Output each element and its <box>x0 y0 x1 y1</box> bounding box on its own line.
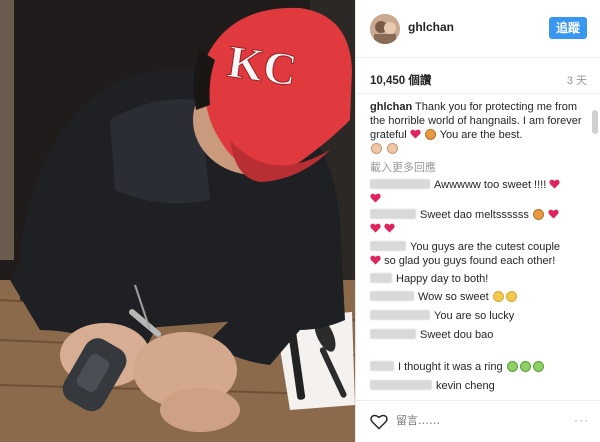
heart-emoji-icon <box>410 129 421 139</box>
avatar-image <box>370 14 400 44</box>
blurred-username[interactable] <box>370 310 430 320</box>
laughing-emoji-icon <box>506 361 518 372</box>
comment: kevin cheng <box>370 379 590 393</box>
post-age[interactable]: 3 天 <box>567 72 587 88</box>
grinning-emoji-icon <box>492 291 504 302</box>
grinning-emoji-icon-2 <box>505 291 517 302</box>
blurred-username[interactable] <box>370 179 430 189</box>
caption-text-2: You are the best. <box>439 129 523 141</box>
caption-username[interactable]: ghlchan <box>370 101 412 113</box>
comment-text: Sweet dou bao <box>420 329 494 341</box>
comment-text: Happy day to both! <box>396 273 489 285</box>
like-count[interactable]: 10,450 個讚 <box>370 72 431 88</box>
heart-emoji-icon <box>370 255 381 265</box>
comment: Sweet dao meltssssss <box>370 208 590 236</box>
comment-text: Wow so sweet <box>418 291 489 303</box>
person-emoji-icon-2 <box>387 143 399 154</box>
comment-scrollbar[interactable] <box>592 110 598 134</box>
comment-input[interactable] <box>396 414 566 427</box>
gift-emoji-icon <box>532 209 544 220</box>
comment: Awwwww too sweet !!!! <box>370 178 590 206</box>
post-meta: 10,450 個讚 3 天 <box>356 58 600 94</box>
photo-illustration: KC <box>0 0 355 442</box>
comment: I thought it was a ring <box>370 360 590 374</box>
blurred-username[interactable] <box>370 241 406 251</box>
post-photo[interactable]: KC <box>0 0 355 442</box>
comment: Sweet dou bao <box>370 328 590 342</box>
heart-emoji-icon <box>549 179 560 189</box>
blurred-username[interactable] <box>370 380 432 390</box>
caption: ghlchan Thank you for protecting me from… <box>370 100 590 156</box>
comment: You are so lucky <box>370 309 590 323</box>
comment: Happy day to both! <box>370 272 590 286</box>
heart-emoji-icon <box>370 193 381 203</box>
laughing-emoji-icon-2 <box>519 361 531 372</box>
comment-text: kevin cheng <box>436 380 495 392</box>
heart-emoji-icon <box>384 223 395 233</box>
post-side-panel: ghlchan 追蹤 10,450 個讚 3 天 ghlchan Thank y… <box>355 0 600 442</box>
comment-text: I thought it was a ring <box>398 361 503 373</box>
more-options-button[interactable]: ··· <box>574 413 589 427</box>
comment-text: so glad you guys found each other! <box>384 255 556 267</box>
cap-logo: KC <box>225 36 300 96</box>
comment-text: Sweet dao meltssssss <box>420 209 529 221</box>
heart-emoji-icon <box>370 223 381 233</box>
blurred-username[interactable] <box>370 329 416 339</box>
blurred-username[interactable] <box>370 273 392 283</box>
comment: You guys are the cutest couple so glad y… <box>370 240 590 268</box>
blurred-username[interactable] <box>370 209 416 219</box>
blurred-username[interactable] <box>370 291 414 301</box>
comment-text: Awwwww too sweet !!!! <box>434 179 547 191</box>
instagram-post: KC ghlchan 追蹤 10,450 個讚 3 天 ghlchan Than… <box>0 0 600 442</box>
nail-polish-emoji-icon <box>424 129 436 140</box>
post-footer: ··· <box>356 400 600 442</box>
comment-text: You guys are the cutest couple <box>410 241 561 253</box>
username-link[interactable]: ghlchan <box>408 20 454 34</box>
laughing-emoji-icon-3 <box>532 361 544 372</box>
blurred-username[interactable] <box>370 361 394 371</box>
heart-emoji-icon <box>548 209 559 219</box>
post-header: ghlchan 追蹤 <box>356 0 600 58</box>
person-emoji-icon <box>371 143 382 154</box>
like-heart-icon[interactable] <box>370 413 388 430</box>
comment-list: ghlchan Thank you for protecting me from… <box>356 96 600 396</box>
comment: Wow so sweet <box>370 290 590 304</box>
follow-button[interactable]: 追蹤 <box>549 17 587 39</box>
avatar[interactable] <box>370 14 400 44</box>
comment-text: You are so lucky <box>434 310 515 322</box>
load-more-comments[interactable]: 載入更多回應 <box>370 159 436 175</box>
